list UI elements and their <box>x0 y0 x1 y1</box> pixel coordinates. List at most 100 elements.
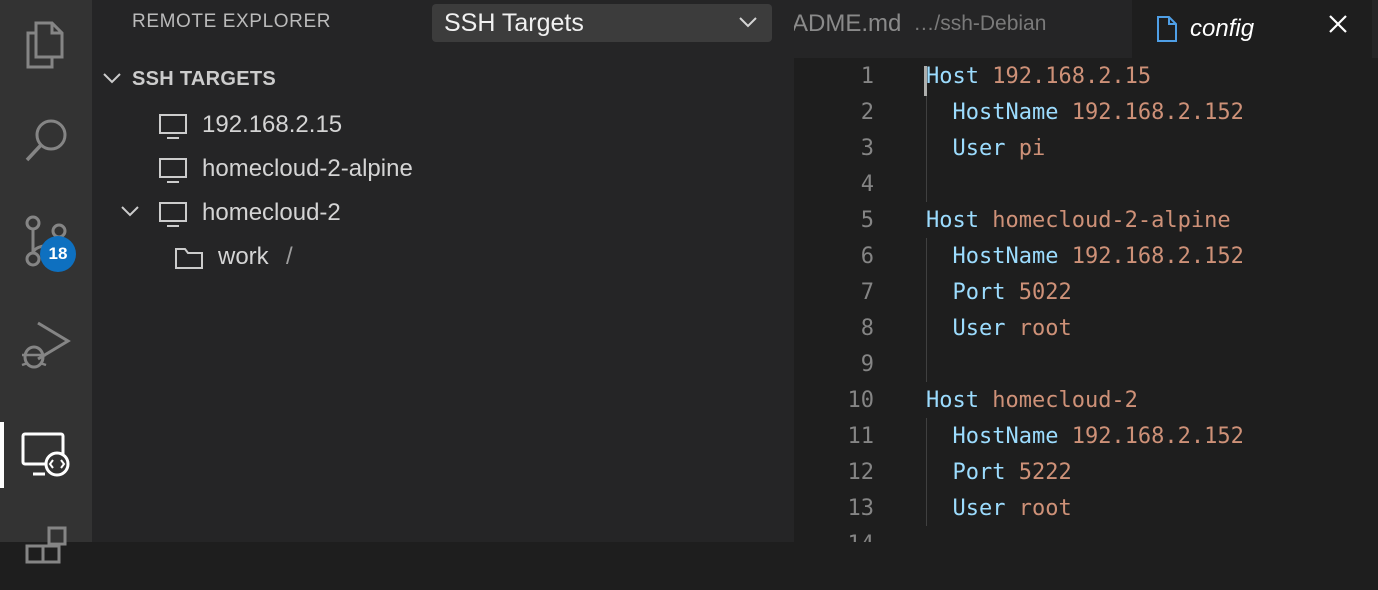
tab-description: …/ssh-Debian <box>913 12 1047 35</box>
code-line[interactable]: 3 User pi <box>794 130 1378 166</box>
remote-explorer-button[interactable] <box>0 410 92 500</box>
ssh-target-item[interactable]: homecloud-2 <box>92 191 794 235</box>
remote-explorer-sidebar: REMOTE EXPLORER SSH Targets SSH TARGETS … <box>92 0 794 542</box>
code-text: Port 5222 <box>926 460 1072 485</box>
close-icon[interactable] <box>1326 12 1350 36</box>
sidebar-title: REMOTE EXPLORER <box>132 11 332 32</box>
code-text: User root <box>926 496 1072 521</box>
monitor-icon <box>159 114 187 139</box>
code-text: User root <box>926 316 1072 341</box>
line-number: 8 <box>860 316 874 341</box>
chevron-down-icon <box>103 73 121 84</box>
code-text: HostName 192.168.2.152 <box>926 424 1243 449</box>
code-text: Host homecloud-2 <box>926 388 1138 413</box>
line-number: 14 <box>794 532 875 542</box>
line-number: 10 <box>847 388 875 413</box>
extensions-icon <box>25 526 67 564</box>
config-key: User <box>926 496 1006 521</box>
code-editor[interactable]: 1 Host 192.168.2.15 2 HostName 192.168.2.1… <box>794 58 1378 542</box>
remote-folder-item[interactable]: work / <box>92 235 794 279</box>
line-number: 11 <box>847 424 875 449</box>
line-number: 2 <box>860 100 874 125</box>
config-value: 192.168.2.152 <box>1058 100 1244 125</box>
search-button[interactable] <box>0 96 92 186</box>
config-value: root <box>1005 496 1072 521</box>
file-icon <box>1157 16 1177 42</box>
config-key: Host <box>926 388 979 413</box>
folder-path: / <box>286 243 293 270</box>
config-value: 5022 <box>1005 280 1072 305</box>
code-line[interactable]: 12 Port 5222 <box>794 454 1378 490</box>
ssh-target-label: homecloud-2-alpine <box>202 155 413 182</box>
source-control-badge: 18 <box>40 236 76 272</box>
monitor-icon <box>159 202 187 227</box>
config-key: Port <box>926 280 1006 305</box>
config-key: HostName <box>926 424 1059 449</box>
code-line[interactable]: 8 User root <box>794 310 1378 346</box>
config-key: HostName <box>926 244 1059 269</box>
config-key: Host <box>926 64 979 89</box>
code-text: HostName 192.168.2.152 <box>926 100 1244 125</box>
line-number: 4 <box>860 172 874 197</box>
tab-label: ADME.md <box>794 10 902 37</box>
config-key: User <box>926 136 1006 161</box>
config-value: root <box>1005 316 1072 341</box>
code-line[interactable]: 4 <box>794 166 1378 202</box>
line-number: 9 <box>860 352 874 377</box>
config-key: User <box>926 316 1006 341</box>
source-control-button[interactable]: 18 <box>0 196 92 286</box>
ssh-target-item[interactable]: 192.168.2.15 <box>92 103 794 147</box>
folder-label: work <box>218 243 269 270</box>
line-number: 1 <box>860 64 874 89</box>
chevron-down-icon[interactable] <box>120 205 140 219</box>
code-line[interactable]: 14 <box>794 526 1378 542</box>
code-text: Port 5022 <box>926 280 1072 305</box>
folder-icon <box>175 248 203 269</box>
line-number: 5 <box>860 208 874 233</box>
code-text: Host 192.168.2.15 <box>926 64 1151 89</box>
extensions-button[interactable] <box>0 500 92 590</box>
config-value: homecloud-2 <box>978 388 1138 413</box>
config-value: 192.168.2.152 <box>1058 244 1244 269</box>
code-line[interactable]: 13 User root <box>794 490 1378 526</box>
config-value: pi <box>1005 136 1046 161</box>
code-text: User pi <box>926 136 1045 161</box>
code-line[interactable]: 7 Port 5022 <box>794 274 1378 310</box>
code-line[interactable]: 11 HostName 192.168.2.152 <box>794 418 1378 454</box>
line-number: 12 <box>847 460 875 485</box>
line-number: 3 <box>860 136 874 161</box>
code-line[interactable]: 9 <box>794 346 1378 382</box>
code-text: HostName 192.168.2.152 <box>926 244 1244 269</box>
ssh-target-label: homecloud-2 <box>202 199 341 226</box>
config-value: homecloud-2-alpine <box>978 208 1231 233</box>
editor-tab-bar: ADME.md …/ssh-Debian config <box>794 0 1378 58</box>
config-value: 5222 <box>1005 460 1072 485</box>
tab-readme[interactable]: ADME.md …/ssh-Debian <box>794 0 1046 48</box>
config-value: 192.168.2.15 <box>978 64 1152 89</box>
config-key: Port <box>926 460 1006 485</box>
ssh-targets-section-header[interactable]: SSH TARGETS <box>92 62 794 98</box>
line-number: 13 <box>847 496 875 521</box>
ssh-target-item[interactable]: homecloud-2-alpine <box>92 147 794 191</box>
code-line[interactable]: 2 HostName 192.168.2.152 <box>794 94 1378 130</box>
monitor-icon <box>159 158 187 183</box>
code-line[interactable]: 10 Host homecloud-2 <box>794 382 1378 418</box>
section-title: SSH TARGETS <box>132 68 277 90</box>
code-line[interactable]: 6 HostName 192.168.2.152 <box>794 238 1378 274</box>
chevron-down-icon <box>739 17 757 28</box>
code-line[interactable]: 5 Host homecloud-2-alpine <box>794 202 1378 238</box>
ssh-target-label: 192.168.2.15 <box>202 111 343 138</box>
search-icon <box>25 119 67 162</box>
files-icon <box>26 21 64 69</box>
dropdown-value: SSH Targets <box>444 8 584 37</box>
activity-bar: 18 <box>0 0 92 564</box>
remote-type-dropdown[interactable]: SSH Targets <box>432 4 772 42</box>
text-cursor <box>924 66 927 96</box>
config-key: HostName <box>926 100 1059 125</box>
config-key: Host <box>926 208 979 233</box>
code-line[interactable]: 1 Host 192.168.2.15 <box>794 58 1378 94</box>
explorer-button[interactable] <box>0 0 92 90</box>
code-text: Host homecloud-2-alpine <box>926 208 1231 233</box>
line-number: 6 <box>860 244 874 269</box>
run-debug-button[interactable] <box>0 300 92 390</box>
